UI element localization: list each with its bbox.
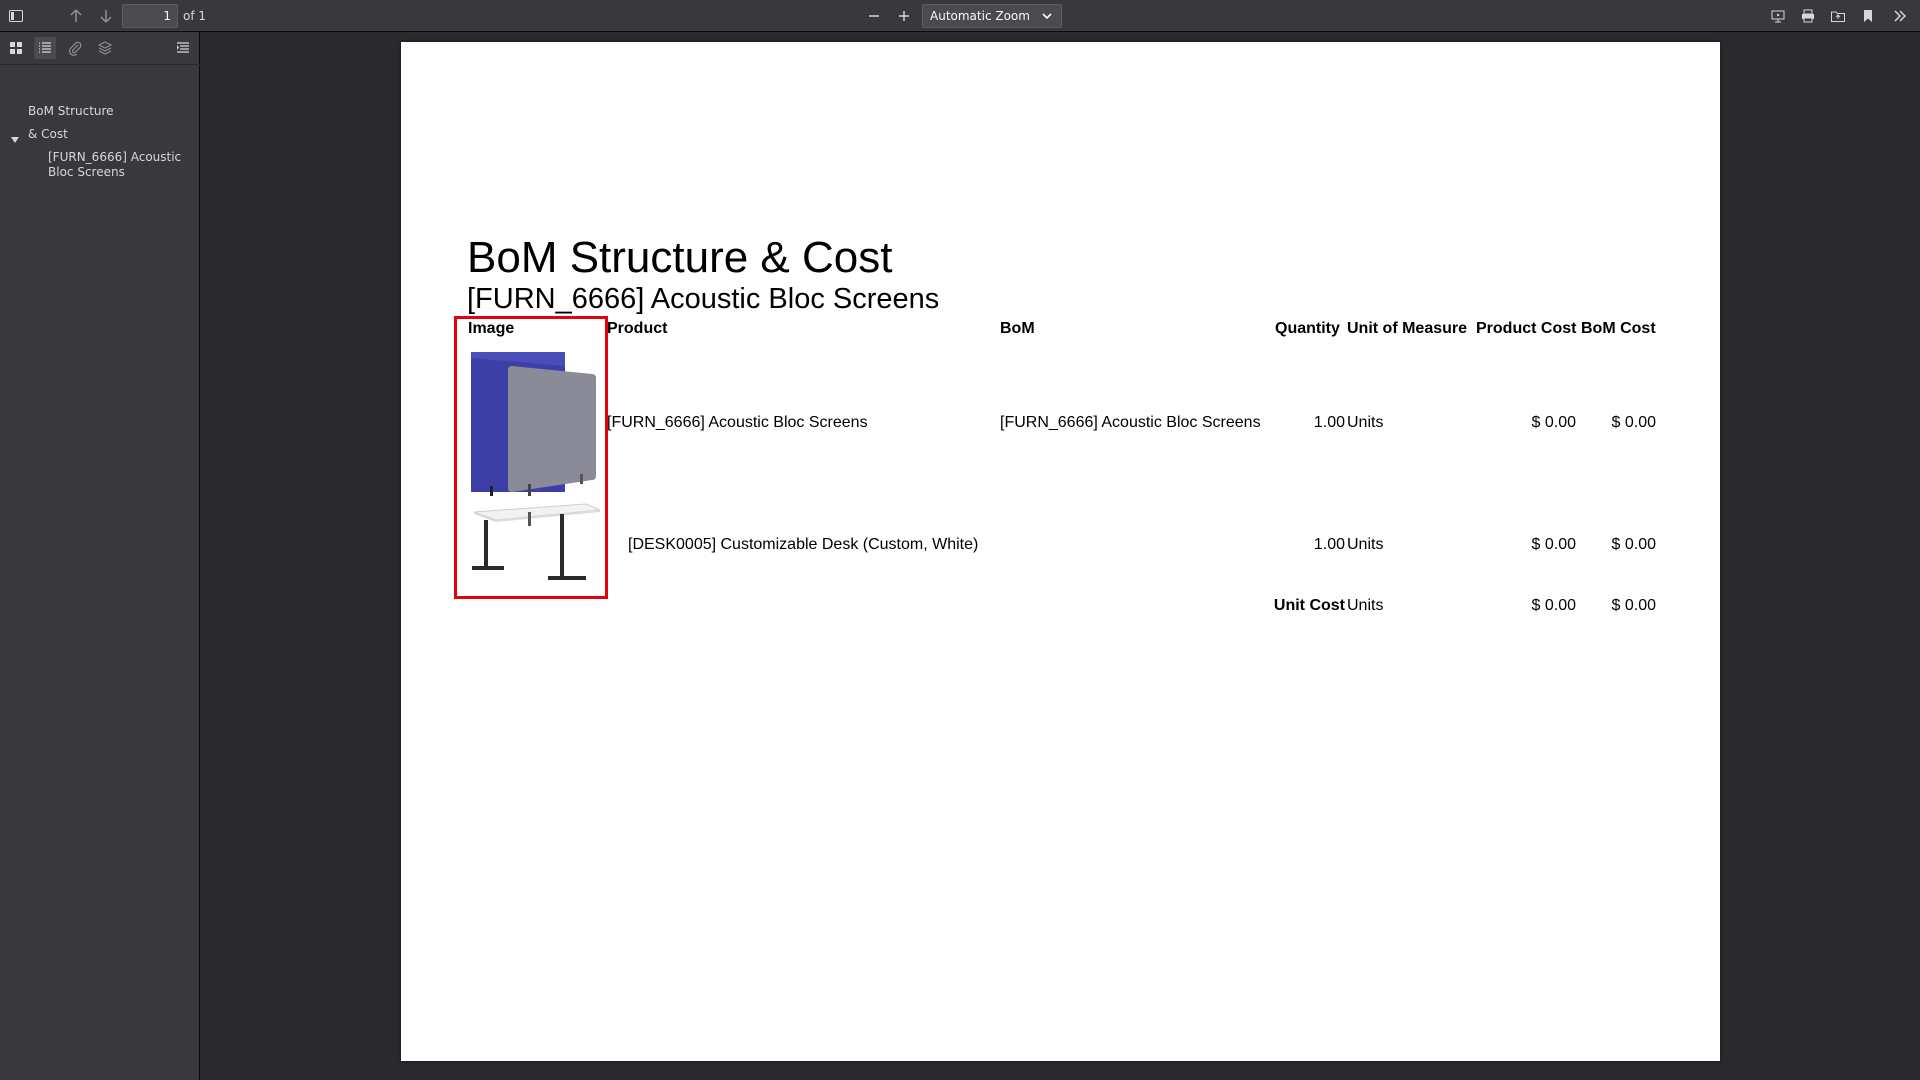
row2-product-cost: $ 0.00 — [1531, 536, 1576, 553]
row1-bom: [FURN_6666] Acoustic Bloc Screens — [1000, 414, 1261, 431]
row1-bom-cost: $ 0.00 — [1611, 414, 1656, 431]
outline-item-label: [FURN_6666] Acoustic — [48, 150, 182, 164]
chevron-down-icon — [1042, 13, 1052, 20]
zoom-in-icon[interactable] — [892, 4, 916, 28]
sidebar-toggle-icon[interactable] — [4, 4, 28, 28]
page-number-input[interactable] — [122, 4, 178, 28]
attachments-view-icon[interactable] — [64, 37, 86, 59]
total-bom-cost: $ 0.00 — [1611, 597, 1656, 614]
outline-view-icon[interactable] — [34, 37, 56, 59]
next-page-icon[interactable] — [94, 4, 118, 28]
image-column-highlight — [454, 316, 608, 599]
outline-item-label: BoM Structure — [28, 104, 114, 118]
row2-uom: Units — [1347, 536, 1384, 553]
tools-menu-icon[interactable] — [1888, 4, 1912, 28]
zoom-out-icon[interactable] — [862, 4, 886, 28]
total-uom: Units — [1347, 597, 1384, 614]
column-header-quantity: Quantity — [1275, 320, 1340, 337]
column-header-product-cost: Product Cost — [1476, 320, 1577, 337]
bookmark-icon[interactable] — [1856, 4, 1880, 28]
total-product-cost: $ 0.00 — [1531, 597, 1576, 614]
outline-item-acoustic-bloc-screens[interactable]: [FURN_6666] Acoustic Bloc Screens — [48, 150, 181, 180]
column-header-product: Product — [607, 320, 668, 337]
row1-product-cost: $ 0.00 — [1531, 414, 1576, 431]
page-subtitle: [FURN_6666] Acoustic Bloc Screens — [467, 283, 940, 315]
layers-view-icon[interactable] — [94, 37, 116, 59]
outline-item-cost[interactable]: & Cost — [28, 127, 68, 142]
open-file-icon[interactable] — [1826, 4, 1850, 28]
column-header-bom-cost: BoM Cost — [1581, 320, 1656, 337]
row1-product: [FURN_6666] Acoustic Bloc Screens — [607, 414, 868, 431]
sidebar: BoM Structure & Cost [FURN_6666] Acousti… — [0, 32, 200, 1080]
row2-quantity: 1.00 — [1313, 536, 1345, 553]
triangle-down-icon[interactable] — [10, 135, 20, 145]
column-header-uom: Unit of Measure — [1347, 320, 1468, 337]
row1-quantity: 1.00 — [1313, 414, 1345, 431]
outline-item-bom-structure[interactable]: BoM Structure — [28, 104, 114, 119]
zoom-select[interactable]: Automatic Zoom — [922, 4, 1062, 28]
zoom-select-label: Automatic Zoom — [930, 9, 1030, 23]
outline-item-label: Bloc Screens — [48, 165, 125, 179]
previous-page-icon[interactable] — [64, 4, 88, 28]
row2-product: [DESK0005] Customizable Desk (Custom, Wh… — [628, 536, 979, 553]
presentation-mode-icon[interactable] — [1766, 4, 1790, 28]
thumbnails-view-icon[interactable] — [5, 37, 27, 59]
row1-uom: Units — [1347, 414, 1384, 431]
pdf-page: BoM Structure & Cost [FURN_6666] Acousti… — [401, 42, 1720, 1061]
sidebar-tabs — [0, 32, 200, 65]
column-header-bom: BoM — [1000, 320, 1035, 337]
page-title: BoM Structure & Cost — [467, 233, 893, 282]
toolbar: of 1 Automatic Zoom — [0, 0, 1920, 32]
current-outline-item-icon[interactable] — [172, 37, 194, 59]
outline-item-label: & Cost — [28, 127, 68, 141]
unit-cost-label: Unit Cost — [1273, 597, 1345, 614]
row2-bom-cost: $ 0.00 — [1611, 536, 1656, 553]
print-icon[interactable] — [1796, 4, 1820, 28]
page-count: of 1 — [183, 9, 207, 23]
